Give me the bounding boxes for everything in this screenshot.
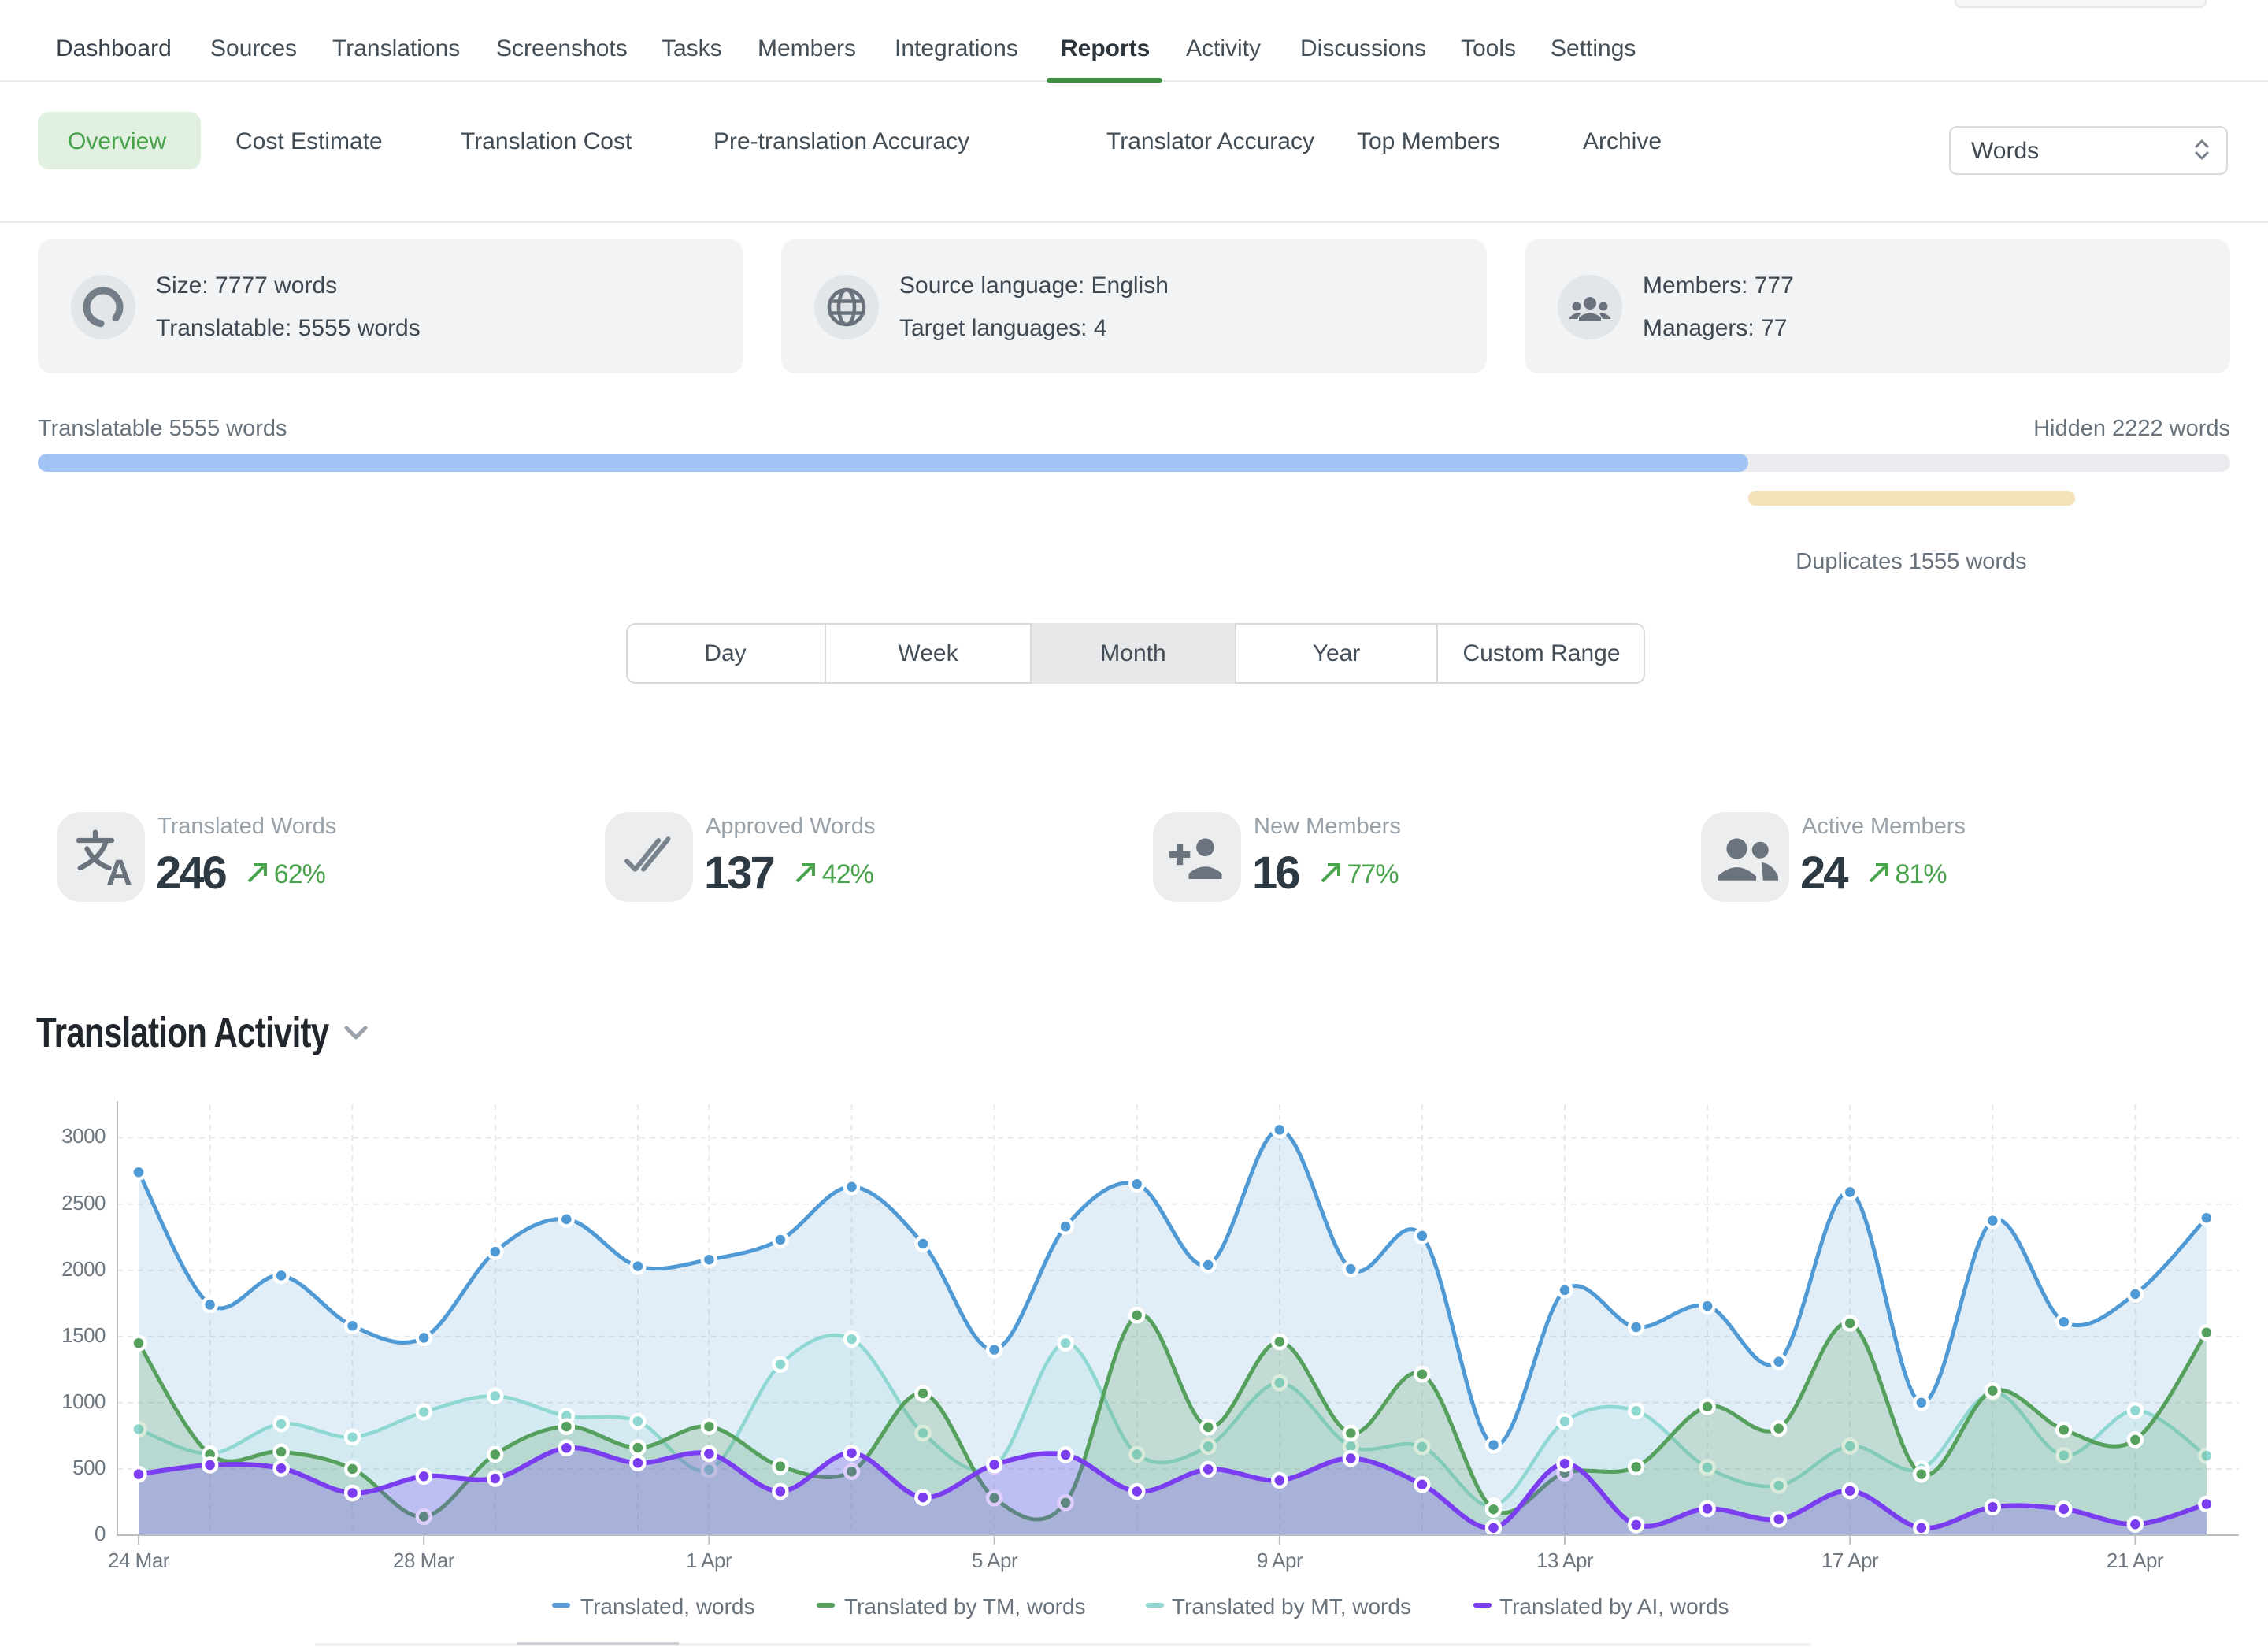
svg-text:A: A <box>106 852 132 892</box>
